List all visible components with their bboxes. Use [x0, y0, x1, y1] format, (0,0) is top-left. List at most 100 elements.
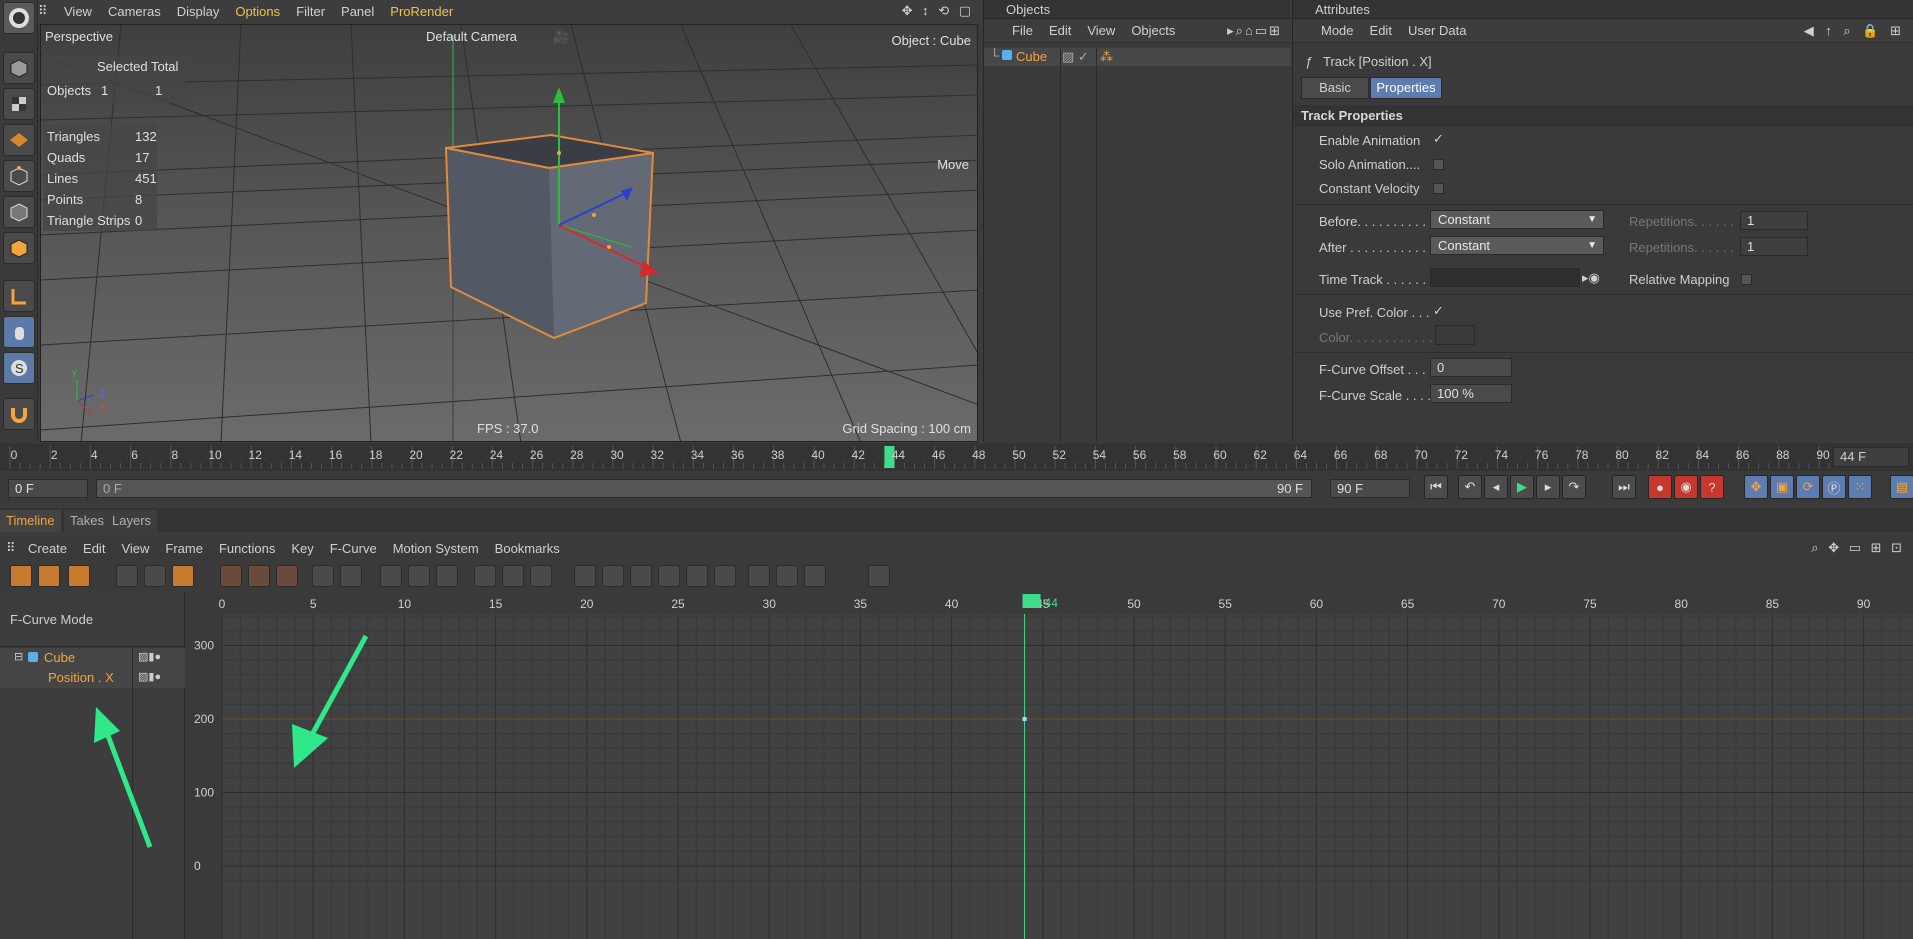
- lock-icon[interactable]: [748, 565, 770, 587]
- menu-edit[interactable]: Edit: [1041, 23, 1079, 38]
- time-track-field[interactable]: [1430, 268, 1580, 287]
- track-name[interactable]: Cube: [44, 650, 75, 665]
- viewport[interactable]: Perspective Default Camera 🎥 Object : Cu…: [40, 24, 978, 442]
- spline-icon[interactable]: [530, 565, 552, 587]
- playhead-marker[interactable]: [1022, 594, 1041, 608]
- menu-options[interactable]: Options: [227, 4, 288, 19]
- next-key-icon[interactable]: ↷: [1562, 475, 1586, 499]
- menu-prorender[interactable]: ProRender: [382, 4, 461, 19]
- magnet-icon[interactable]: [3, 398, 35, 430]
- menu-key[interactable]: Key: [283, 541, 321, 556]
- menu-file[interactable]: File: [1004, 23, 1041, 38]
- tab-properties[interactable]: Properties: [1370, 77, 1442, 99]
- before-dropdown[interactable]: Constant ▼: [1430, 210, 1604, 229]
- end-frame-field[interactable]: 90 F: [1330, 479, 1410, 498]
- fcurve-graph[interactable]: 0 5 10 15 20 25 30 35 40 45 50 55 60 65 70 75 80 85 90 300 2…: [186, 592, 1913, 939]
- keyframe[interactable]: [1022, 717, 1027, 721]
- menu-view[interactable]: View: [113, 541, 157, 556]
- camera-name[interactable]: Default Camera: [426, 29, 517, 44]
- tab-timeline[interactable]: Timeline: [0, 510, 61, 532]
- model-mode-icon[interactable]: [3, 52, 35, 84]
- key-mode-icon[interactable]: [10, 565, 32, 587]
- fcurve-offset-field[interactable]: 0: [1430, 358, 1512, 377]
- menu-frame[interactable]: Frame: [157, 541, 211, 556]
- fcurve-scale-field[interactable]: 100 %: [1430, 384, 1512, 403]
- object-flags-icon[interactable]: ▨ ✓: [1062, 49, 1089, 65]
- range-slider[interactable]: 0 F 90 F: [96, 479, 1312, 498]
- search-icon[interactable]: ▸⌕⌂▭⊞: [1219, 23, 1290, 39]
- time-ruler[interactable]: 0 2 4 6 8 10 12 14 16 18 20 22 24 26 28 30 32 34 36 38 40 42 4…: [0, 443, 1913, 471]
- menu-bookmarks[interactable]: Bookmarks: [487, 541, 568, 556]
- pla-key-icon[interactable]: ⁙: [1848, 475, 1872, 499]
- add-keys-icon[interactable]: [248, 565, 270, 587]
- lock-icon[interactable]: [804, 565, 826, 587]
- color-swatch[interactable]: [1435, 325, 1475, 345]
- menu-mode[interactable]: Mode: [1313, 23, 1362, 38]
- tweak-mode-icon[interactable]: [3, 316, 35, 348]
- previous-frame-icon[interactable]: ◂: [1484, 475, 1508, 499]
- current-frame-field[interactable]: 44 F: [1833, 447, 1909, 467]
- tangent-icon[interactable]: [658, 565, 680, 587]
- points-mode-icon[interactable]: [3, 160, 35, 192]
- record-icon[interactable]: ●: [1648, 475, 1672, 499]
- param-key-icon[interactable]: Ⓟ: [1822, 475, 1846, 499]
- nav-icons[interactable]: ◀ ↑ ⌕ 🔒 ⊞: [1796, 23, 1913, 39]
- menu-cameras[interactable]: Cameras: [100, 4, 169, 19]
- snap-icon[interactable]: S: [3, 352, 35, 384]
- motion-mode-icon[interactable]: [68, 565, 90, 587]
- tag-icon[interactable]: ⁂: [1100, 49, 1113, 65]
- menu-create[interactable]: Create: [20, 541, 75, 556]
- enable-animation-checkbox[interactable]: ✓: [1433, 131, 1444, 147]
- lock-icon[interactable]: [868, 565, 890, 587]
- polygons-mode-icon[interactable]: [3, 232, 35, 264]
- menu-fcurve[interactable]: F-Curve: [322, 541, 385, 556]
- axis-mode-icon[interactable]: [3, 280, 35, 312]
- menu-edit[interactable]: Edit: [1362, 23, 1400, 38]
- curve-icon[interactable]: [172, 565, 194, 587]
- lock-icon[interactable]: [776, 565, 798, 587]
- repetitions-after-field[interactable]: 1: [1740, 237, 1808, 256]
- tab-basic[interactable]: Basic: [1301, 77, 1369, 99]
- solo-animation-checkbox[interactable]: [1433, 159, 1444, 170]
- previous-key-icon[interactable]: ↶: [1458, 475, 1482, 499]
- spline-icon[interactable]: [502, 565, 524, 587]
- menu-motion-system[interactable]: Motion System: [385, 541, 487, 556]
- add-key-icon[interactable]: [220, 565, 242, 587]
- workplane-icon[interactable]: [3, 124, 35, 156]
- scale-key-icon[interactable]: ▣: [1770, 475, 1794, 499]
- snap-icon[interactable]: [340, 565, 362, 587]
- interpolation-icon[interactable]: [408, 565, 430, 587]
- menu-edit[interactable]: Edit: [75, 541, 113, 556]
- menu-view[interactable]: View: [1079, 23, 1123, 38]
- constant-velocity-checkbox[interactable]: [1433, 183, 1444, 194]
- tab-takes[interactable]: Takes: [64, 510, 110, 532]
- interpolation-icon[interactable]: [380, 565, 402, 587]
- texture-mode-icon[interactable]: [3, 88, 35, 120]
- menu-panel[interactable]: Panel: [333, 4, 382, 19]
- after-dropdown[interactable]: Constant ▼: [1430, 236, 1604, 255]
- tangent-icon[interactable]: [714, 565, 736, 587]
- view-name[interactable]: Perspective: [45, 29, 113, 44]
- track-name[interactable]: Position . X: [48, 670, 114, 685]
- tangent-icon[interactable]: [574, 565, 596, 587]
- time-track-pick-icon[interactable]: ▸◉: [1582, 270, 1600, 286]
- menu-functions[interactable]: Functions: [211, 541, 283, 556]
- logo-icon[interactable]: [3, 2, 35, 34]
- menu-view[interactable]: View: [56, 4, 100, 19]
- go-to-end-icon[interactable]: ⏭: [1612, 475, 1636, 499]
- relative-mapping-checkbox[interactable]: [1741, 274, 1752, 285]
- tangent-icon[interactable]: [630, 565, 652, 587]
- use-pref-color-checkbox[interactable]: ✓: [1433, 303, 1444, 319]
- track-flags-icon[interactable]: ▨▮●: [138, 670, 161, 683]
- go-to-start-icon[interactable]: ⏮: [1424, 475, 1448, 499]
- timeline-icon[interactable]: ▤: [1890, 475, 1913, 499]
- spline-icon[interactable]: [474, 565, 496, 587]
- menu-filter[interactable]: Filter: [288, 4, 333, 19]
- next-frame-icon[interactable]: ▸: [1536, 475, 1560, 499]
- tangent-icon[interactable]: [602, 565, 624, 587]
- track-flags-icon[interactable]: ▨▮●: [138, 650, 161, 663]
- menu-display[interactable]: Display: [169, 4, 228, 19]
- collapse-icon[interactable]: ⊟: [14, 650, 23, 663]
- edges-mode-icon[interactable]: [3, 196, 35, 228]
- curve-icon[interactable]: [116, 565, 138, 587]
